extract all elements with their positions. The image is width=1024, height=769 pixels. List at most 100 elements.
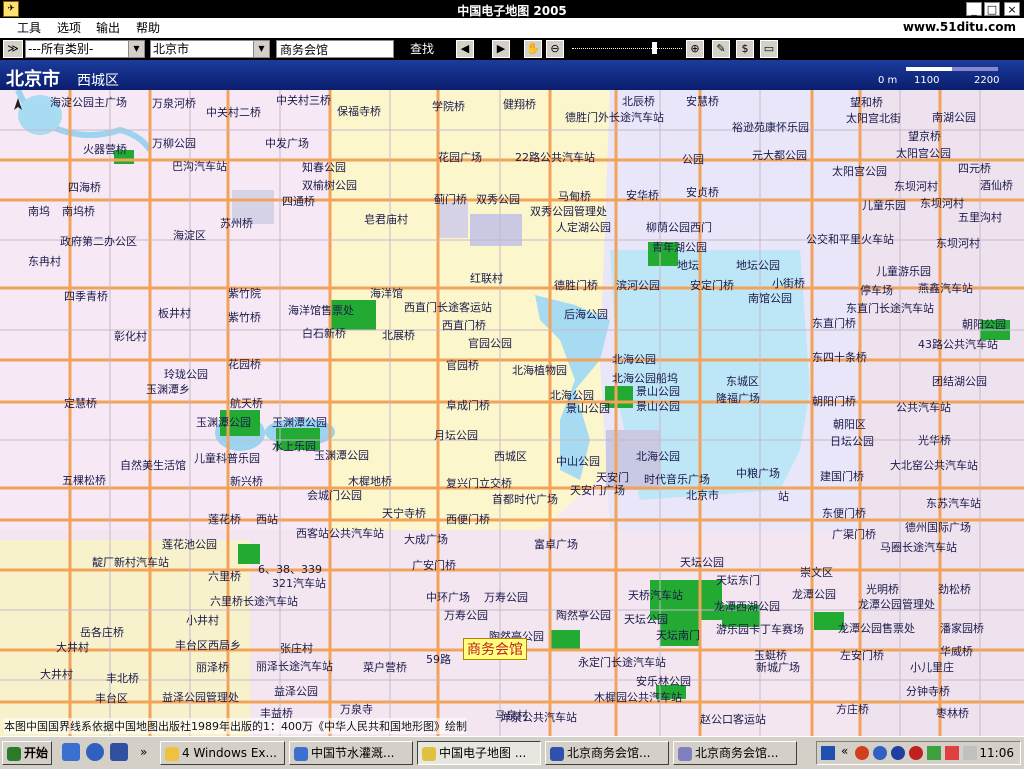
map-label[interactable]: 北海公园 <box>550 390 594 402</box>
map-label[interactable]: 太阳宫公园 <box>896 148 951 160</box>
map-label[interactable]: 德胜门桥 <box>554 280 598 292</box>
map-label[interactable]: 海淀公园主广场 <box>50 97 127 109</box>
map-label[interactable]: 天坛公园 <box>680 557 724 569</box>
map-label[interactable]: 广渠门桥 <box>832 529 876 541</box>
map-label[interactable]: 太阳宫公园 <box>832 166 887 178</box>
map-label[interactable]: 分钟寺桥 <box>906 686 950 698</box>
map-label[interactable]: 酒仙桥 <box>980 180 1013 192</box>
map-label[interactable]: 时代音乐广场 <box>644 474 710 486</box>
messenger-quicklaunch-icon[interactable] <box>86 743 104 761</box>
map-label[interactable]: 陶然亭公园 <box>556 610 611 622</box>
map-label[interactable]: 滨河公园 <box>616 280 660 292</box>
start-button[interactable]: 开始 <box>2 741 52 765</box>
map-label[interactable]: 左安门桥 <box>840 650 884 662</box>
map-label[interactable]: 五棵松桥 <box>62 475 106 487</box>
map-label[interactable]: 海洋馆售票处 <box>288 305 354 317</box>
map-label[interactable]: 安定门桥 <box>690 280 734 292</box>
map-label[interactable]: 巴沟汽车站 <box>172 161 227 173</box>
map-label[interactable]: 望和桥 <box>850 97 883 109</box>
map-label[interactable]: 后海公园 <box>564 309 608 321</box>
map-label[interactable]: 知春公园 <box>302 162 346 174</box>
map-label[interactable]: 火器营桥 <box>83 144 127 156</box>
map-label[interactable]: 花园广场 <box>438 152 482 164</box>
map-label[interactable]: 彰化村 <box>114 331 147 343</box>
back-arrow-icon[interactable]: ◀ <box>456 40 474 58</box>
map-label[interactable]: 中环广场 <box>426 592 470 604</box>
map-label[interactable]: 水上乐园 <box>272 441 316 453</box>
close-button[interactable]: × <box>1004 2 1020 16</box>
task-document-2[interactable]: 北京商务会馆... <box>673 741 797 765</box>
map-label[interactable]: 43路公共汽车站 <box>918 339 998 351</box>
map-label[interactable]: 龙潭公园售票处 <box>838 623 915 635</box>
map-label[interactable]: 富卓广场 <box>534 539 578 551</box>
map-label[interactable]: 玉渊潭公园 <box>314 450 369 462</box>
map-label[interactable]: 赵公口客运站 <box>700 714 766 726</box>
map-label[interactable]: 中粮广场 <box>736 468 780 480</box>
map-label[interactable]: 丰北桥 <box>106 673 139 685</box>
map-label[interactable]: 菜户营桥 <box>363 662 407 674</box>
map-label[interactable]: 玲珑公园 <box>164 369 208 381</box>
map-label[interactable]: 玉渊潭乡 <box>146 384 190 396</box>
map-label[interactable]: 板井村 <box>158 308 191 320</box>
map-label[interactable]: 儿童乐园 <box>862 200 906 212</box>
map-label[interactable]: 紫竹桥 <box>228 312 261 324</box>
city-select[interactable]: 北京市 ▼ <box>150 40 270 58</box>
map-label[interactable]: 政府第二办公区 <box>60 236 137 248</box>
map-label[interactable]: 张庄村 <box>280 643 313 655</box>
map-label[interactable]: 天宁寺桥 <box>382 508 426 520</box>
tray-player-icon[interactable] <box>891 746 905 760</box>
map-label[interactable]: 月坛公园 <box>434 430 478 442</box>
map-label[interactable]: 日坛公园 <box>830 436 874 448</box>
map-label[interactable]: 玉渊潭公园 <box>272 417 327 429</box>
map-label[interactable]: 丽泽长途汽车站 <box>256 661 333 673</box>
category-select[interactable]: ---所有类别- ▼ <box>25 40 145 58</box>
map-label[interactable]: 新城广场 <box>756 662 800 674</box>
map-label[interactable]: 六里桥 <box>208 571 241 583</box>
map-label[interactable]: 益泽公园管理处 <box>162 692 239 704</box>
map-label[interactable]: 安华桥 <box>626 190 659 202</box>
map-label[interactable]: 游乐园卡丁车赛场 <box>716 624 804 636</box>
find-button[interactable]: 查找 <box>400 40 444 58</box>
map-label[interactable]: 裕逊苑康怀乐园 <box>732 122 809 134</box>
map-label[interactable]: 西直门长途客运站 <box>404 302 492 314</box>
map-label[interactable]: 天安门 <box>596 472 629 484</box>
map-label[interactable]: 元大都公园 <box>752 150 807 162</box>
map-label[interactable]: 天坛公园 <box>624 614 668 626</box>
map-label[interactable]: 天坛东门 <box>716 575 760 587</box>
map-label[interactable]: 红联村 <box>470 273 503 285</box>
map-label[interactable]: 蓟门桥 <box>434 194 467 206</box>
map-label[interactable]: 小儿里庄 <box>910 662 954 674</box>
map-label[interactable]: 马甸桥 <box>558 191 591 203</box>
map-label[interactable]: 公共汽车站 <box>896 402 951 414</box>
map-label[interactable]: 益泽公园 <box>274 686 318 698</box>
map-label[interactable]: 59路 <box>426 654 451 666</box>
map-label[interactable]: 岳各庄桥 <box>80 627 124 639</box>
map-label[interactable]: 大成广场 <box>404 534 448 546</box>
map-label[interactable]: 景山公园 <box>636 401 680 413</box>
map-label[interactable]: 儿童科普乐园 <box>194 453 260 465</box>
map-label[interactable]: 安慧桥 <box>686 96 719 108</box>
map-label[interactable]: 公园 <box>682 154 704 166</box>
map-label[interactable]: 四通桥 <box>282 196 315 208</box>
tray-network-icon[interactable] <box>927 746 941 760</box>
map-label[interactable]: 苏州桥 <box>220 218 253 230</box>
map-label[interactable]: 保福寺桥 <box>337 106 381 118</box>
map-label[interactable]: 白石新桥 <box>302 328 346 340</box>
map-label[interactable]: 首都时代广场 <box>492 494 558 506</box>
map-label[interactable]: 安乐林公园 <box>636 676 691 688</box>
map-label[interactable]: 德胜门外长途汽车站 <box>565 112 664 124</box>
map-label[interactable]: 木樨地桥 <box>348 476 392 488</box>
player-quicklaunch-icon[interactable] <box>110 743 128 761</box>
map-label[interactable]: 四季青桥 <box>64 291 108 303</box>
map-label[interactable]: 中发广场 <box>265 138 309 150</box>
map-label[interactable]: 龙潭西湖公园 <box>714 601 780 613</box>
map-label[interactable]: 西直门桥 <box>442 320 486 332</box>
map-label[interactable]: 四元桥 <box>958 163 991 175</box>
menu-help[interactable]: 帮助 <box>133 20 163 36</box>
task-document-1[interactable]: 北京商务会馆... <box>545 741 669 765</box>
menu-tools[interactable]: 工具 <box>14 20 44 36</box>
map-label[interactable]: 航天桥 <box>230 398 263 410</box>
tray-more-icon[interactable]: « <box>841 744 848 758</box>
map-label[interactable]: 南馆公园 <box>748 293 792 305</box>
map-label[interactable]: 光华桥 <box>918 435 951 447</box>
